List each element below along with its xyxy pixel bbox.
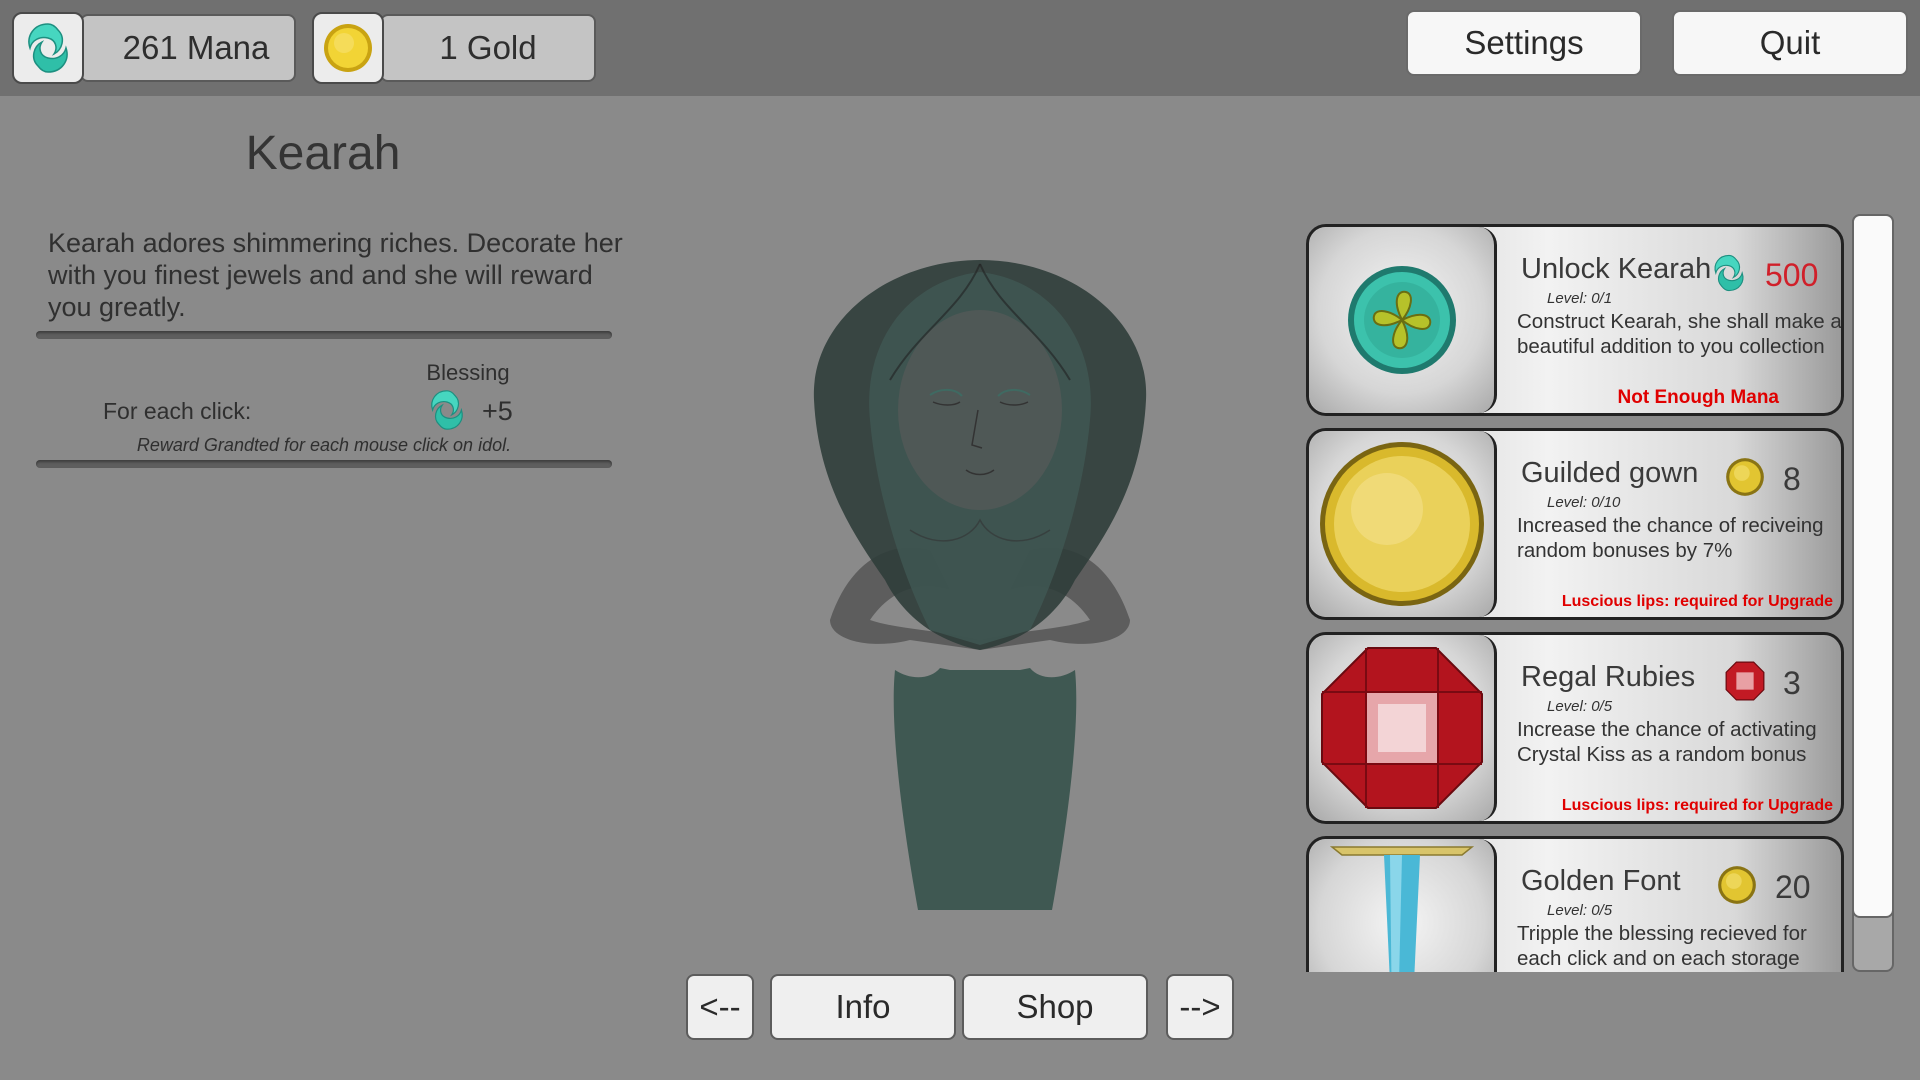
mana-icon-box	[12, 12, 84, 84]
mana-amount: 261 Mana	[122, 29, 270, 66]
gold-coin-icon	[1718, 866, 1756, 904]
blessing-label: Blessing	[426, 360, 510, 385]
shop-item-level: Level: 0/10	[1547, 494, 1621, 511]
shop-item-guilded-gown[interactable]: Guilded gown 8 Level: 0/10 Increased the…	[1306, 428, 1844, 620]
gold-coin-icon	[1726, 458, 1764, 496]
shop-item-image	[1309, 839, 1497, 972]
shop-item-warning: Luscious lips: required for Upgrade	[1561, 593, 1833, 610]
shop-item-cost: 8	[1783, 461, 1801, 497]
shop-button[interactable]: Shop	[962, 974, 1148, 1040]
gold-amount: 1 Gold	[439, 29, 537, 66]
mana-swirl-icon	[28, 23, 68, 73]
idol-figure[interactable]	[790, 250, 1170, 920]
shop-item-warning: Not Enough Mana	[1617, 387, 1779, 408]
divider-bottom	[36, 460, 612, 468]
shop-item-regal-rubies[interactable]: Regal Rubies 3 Level: 0/5 Increase the c…	[1306, 632, 1844, 824]
prev-button[interactable]: <--	[686, 974, 754, 1040]
gold-icon-box	[312, 12, 384, 84]
shop-item-warning: Luscious lips: required for Upgrade	[1561, 797, 1833, 814]
shop-item-level: Level: 0/1	[1547, 290, 1613, 307]
clover-medallion-icon	[1347, 266, 1456, 374]
gold-coin-icon	[324, 24, 372, 72]
shop-item-image	[1309, 635, 1497, 821]
ruby-icon	[1725, 661, 1765, 701]
shop-scrollbar-thumb[interactable]	[1852, 214, 1894, 918]
character-name: Kearah	[245, 127, 401, 180]
shop-item-image	[1309, 227, 1497, 413]
next-button[interactable]: -->	[1166, 974, 1234, 1040]
shop-item-cost: 20	[1775, 869, 1811, 905]
shop-item-unlock-kearah[interactable]: Unlock Kearah 500 Level: 0/1 Construct K…	[1306, 224, 1844, 416]
divider-top	[36, 331, 612, 339]
shop-item-title: Guilded gown	[1521, 457, 1699, 489]
shop-item-description: Tripple the blessing recieved for each c…	[1517, 922, 1807, 970]
shop-item-image	[1309, 431, 1497, 617]
mana-swirl-icon	[431, 390, 463, 430]
shop-item-cost: 500	[1765, 257, 1819, 293]
shop-item-level: Level: 0/5	[1547, 698, 1613, 715]
ruby-icon	[1320, 647, 1483, 809]
shop-item-description: Construct Kearah, she shall make a beaut…	[1517, 310, 1842, 358]
mana-swirl-icon	[1714, 254, 1744, 292]
shop-item-title: Regal Rubies	[1521, 661, 1696, 693]
shop-item-golden-font[interactable]: Golden Font 20 Level: 0/5 Tripple the bl…	[1306, 836, 1844, 972]
quit-button[interactable]: Quit	[1672, 10, 1908, 76]
info-button[interactable]: Info	[770, 974, 956, 1040]
shop-item-level: Level: 0/5	[1547, 902, 1613, 919]
shop-item-title: Golden Font	[1521, 865, 1681, 897]
character-description: Kearah adores shimmering riches. Decorat…	[48, 228, 623, 322]
shop-item-title: Unlock Kearah	[1521, 253, 1712, 285]
gold-coin-icon	[1319, 442, 1484, 606]
blessing-value: +5	[482, 396, 513, 426]
click-label: For each click:	[103, 398, 252, 424]
font-pedestal-icon	[1329, 846, 1474, 972]
shop-list: Unlock Kearah 500 Level: 0/1 Construct K…	[1306, 220, 1846, 972]
shop-item-description: Increased the chance of reciveing random…	[1517, 514, 1824, 562]
settings-button[interactable]: Settings	[1406, 10, 1642, 76]
shop-item-cost: 3	[1783, 665, 1801, 701]
shop-item-description: Increase the chance of activating Crysta…	[1517, 718, 1817, 766]
reward-note: Reward Grandted for each mouse click on …	[136, 435, 512, 455]
